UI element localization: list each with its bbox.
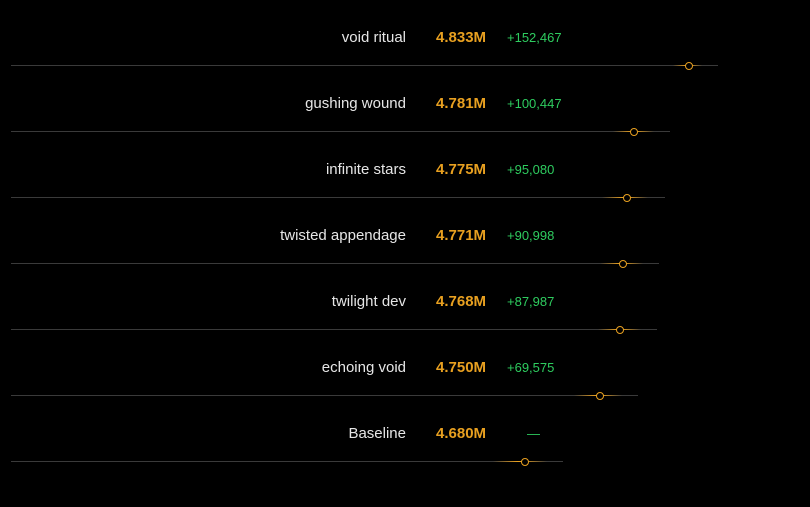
row-delta: +152,467 — [507, 30, 562, 45]
row-value: 4.771M — [436, 227, 487, 244]
row-label: void ritual — [341, 29, 406, 46]
dps-comparison-chart: void ritual 4.833M +152,467 gushing wound 4.… — [0, 0, 810, 507]
row-label: Baseline — [348, 425, 406, 442]
row-delta: +87,987 — [507, 294, 555, 309]
chart-row: echoing void 4.750M +69,575 — [0, 330, 810, 400]
row-value: 4.680M — [436, 425, 487, 442]
chart-row: Baseline 4.680M — — [0, 396, 810, 466]
chart-row: infinite stars 4.775M +95,080 — [0, 132, 810, 202]
chart-row: void ritual 4.833M +152,467 — [0, 0, 810, 70]
row-delta: +90,998 — [507, 228, 555, 243]
row-label: twilight dev — [331, 293, 406, 310]
row-label: echoing void — [321, 359, 406, 376]
row-value: 4.833M — [436, 29, 487, 46]
row-delta: +95,080 — [507, 162, 555, 177]
row-range-whisker — [493, 461, 547, 462]
row-delta: — — [527, 426, 540, 441]
row-delta: +69,575 — [507, 360, 555, 375]
row-value: 4.781M — [436, 95, 487, 112]
chart-row: twisted appendage 4.771M +90,998 — [0, 198, 810, 268]
chart-row: twilight dev 4.768M +87,987 — [0, 264, 810, 334]
row-value: 4.775M — [436, 161, 487, 178]
row-value: 4.750M — [436, 359, 487, 376]
row-value-marker[interactable] — [521, 458, 530, 466]
row-label: infinite stars — [325, 161, 406, 178]
row-value: 4.768M — [436, 293, 487, 310]
row-delta: +100,447 — [507, 96, 562, 111]
row-axis-line — [11, 461, 563, 462]
row-label: twisted appendage — [280, 227, 406, 244]
row-label: gushing wound — [305, 95, 406, 112]
chart-row: gushing wound 4.781M +100,447 — [0, 66, 810, 136]
